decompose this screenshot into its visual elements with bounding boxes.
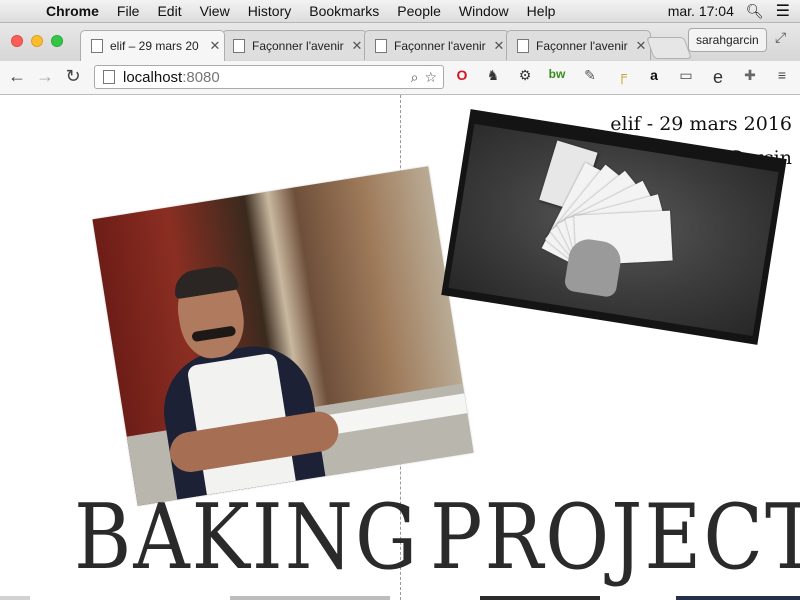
gear-icon[interactable]: ⚙ xyxy=(515,67,535,84)
address-bar[interactable]: localhost:8080 ⌕ ☆ xyxy=(94,65,444,89)
evernote-icon[interactable]: ♞ xyxy=(483,67,503,84)
opera-icon[interactable]: O xyxy=(452,67,472,83)
menu-view[interactable]: View xyxy=(200,3,230,19)
forward-arrow-icon[interactable]: → xyxy=(34,66,56,87)
macos-menubar: Chrome File Edit View History Bookmarks … xyxy=(0,0,800,23)
e-icon[interactable]: e xyxy=(708,67,728,88)
document-icon xyxy=(233,38,245,53)
page-icon xyxy=(103,70,115,84)
bottom-strip xyxy=(0,596,30,600)
tab-title: Façonner l'avenir xyxy=(536,38,628,53)
menu-people[interactable]: People xyxy=(397,3,441,19)
page-content: elif - 29 mars 2016 Elif & Sarah Garcin … xyxy=(0,95,800,600)
url-text[interactable]: localhost:8080 xyxy=(123,69,411,86)
bottom-strip xyxy=(480,596,600,600)
profile-button[interactable]: sarahgarcin xyxy=(688,28,767,52)
puzzle-icon[interactable]: ✚ xyxy=(740,67,760,84)
bw-icon[interactable]: bw xyxy=(547,67,567,81)
baker-photo xyxy=(92,166,474,506)
tab-strip: elif – 29 mars 20 ✕ Façonner l'avenir ✕ … xyxy=(0,23,800,61)
document-icon xyxy=(375,38,387,53)
menu-file[interactable]: File xyxy=(117,3,140,19)
tab-faconner-2[interactable]: Façonner l'avenir ✕ xyxy=(364,30,509,60)
tab-elif[interactable]: elif – 29 mars 20 ✕ xyxy=(80,30,225,61)
star-icon[interactable]: ☆ xyxy=(424,69,437,86)
new-tab-button[interactable] xyxy=(645,37,693,59)
search-icon[interactable]: ⌕ xyxy=(411,69,419,86)
tab-faconner-1[interactable]: Façonner l'avenir ✕ xyxy=(222,30,367,60)
back-arrow-icon[interactable]: ← xyxy=(6,66,28,87)
clock[interactable]: mar. 17:04 xyxy=(668,3,734,19)
tab-title: Façonner l'avenir xyxy=(252,38,344,53)
menu-window[interactable]: Window xyxy=(459,3,509,19)
tab-title: Façonner l'avenir xyxy=(394,38,486,53)
fullscreen-icon[interactable]: ⤢ xyxy=(775,29,786,46)
menu-edit[interactable]: Edit xyxy=(157,3,181,19)
tab-faconner-3[interactable]: Façonner l'avenir ✕ xyxy=(506,30,651,60)
word-projects: PROJECTS xyxy=(430,486,800,590)
amazon-icon[interactable]: a xyxy=(644,67,664,83)
notification-center-icon[interactable]: ☰ xyxy=(776,1,790,21)
ruler-icon[interactable]: ╒ xyxy=(612,67,632,83)
document-icon xyxy=(517,38,529,53)
menu-app-chrome[interactable]: Chrome xyxy=(46,3,99,19)
cast-icon[interactable]: ▭ xyxy=(676,67,696,84)
reload-icon[interactable]: ↻ xyxy=(62,66,84,87)
document-icon xyxy=(91,39,103,53)
menu-help[interactable]: Help xyxy=(527,3,556,19)
window-controls xyxy=(11,35,63,47)
hamburger-icon[interactable]: ≡ xyxy=(772,67,792,83)
word-baking: BAKING xyxy=(74,486,420,590)
browser-toolbar: ← → ↻ localhost:8080 ⌕ ☆ O ♞ ⚙ bw ✎ ╒ a … xyxy=(0,61,800,95)
close-window-button[interactable] xyxy=(11,35,23,47)
spotlight-search-icon[interactable]: 🔍︎ xyxy=(746,3,764,20)
bottom-strip xyxy=(230,596,390,600)
eyedropper-icon[interactable]: ✎ xyxy=(580,67,600,84)
close-tab-icon[interactable]: ✕ xyxy=(206,38,224,54)
bottom-strip xyxy=(676,596,800,600)
tab-title: elif – 29 mars 20 xyxy=(110,39,199,53)
menu-bookmarks[interactable]: Bookmarks xyxy=(309,3,379,19)
minimize-window-button[interactable] xyxy=(31,35,43,47)
menu-history[interactable]: History xyxy=(248,3,292,19)
zoom-window-button[interactable] xyxy=(51,35,63,47)
